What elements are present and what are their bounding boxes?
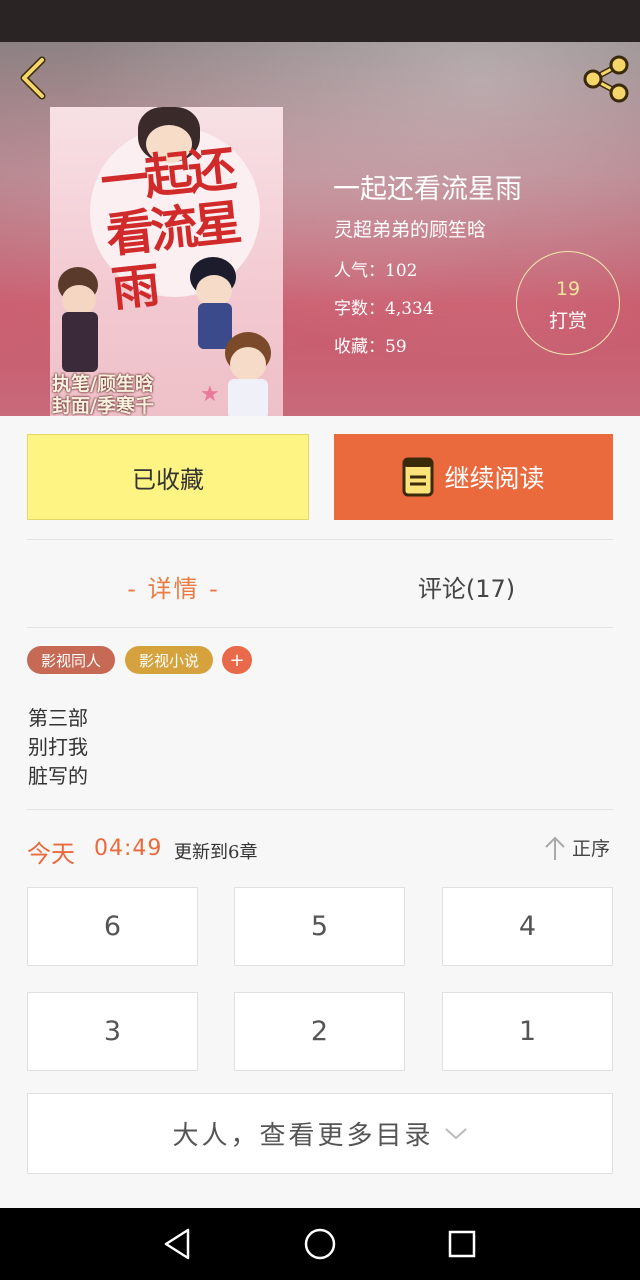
divider bbox=[27, 539, 613, 540]
nav-home-icon[interactable] bbox=[300, 1224, 340, 1264]
sort-order-label: 正序 bbox=[572, 838, 611, 860]
chapter-item[interactable]: 4 bbox=[442, 887, 613, 966]
favorited-button[interactable]: 已收藏 bbox=[27, 434, 309, 520]
book-description: 第三部 别打我 脏写的 bbox=[28, 706, 88, 788]
update-text: 更新到6章 bbox=[174, 842, 258, 863]
tag-film-fanfic[interactable]: 影视同人 bbox=[27, 646, 115, 674]
sort-order-button[interactable]: 正序 bbox=[544, 834, 610, 861]
favorites-stat: 收藏：59 bbox=[334, 337, 407, 357]
chapter-item[interactable]: 6 bbox=[27, 887, 198, 966]
update-time: 04:49 bbox=[94, 836, 163, 861]
update-day: 今天 bbox=[27, 840, 75, 868]
share-icon[interactable] bbox=[580, 54, 632, 104]
reward-label: 打赏 bbox=[548, 310, 587, 332]
chapter-item[interactable]: 2 bbox=[234, 992, 405, 1071]
continue-reading-label: 继续阅读 bbox=[444, 464, 545, 493]
divider bbox=[27, 627, 613, 628]
more-chapters-button[interactable]: 大人，查看更多目录 bbox=[27, 1093, 613, 1174]
book-cover[interactable]: 一起还看流星雨 ★ 执笔/顾笙晗 封面/季寒千 bbox=[50, 107, 283, 416]
reward-button[interactable]: 19 打赏 bbox=[516, 251, 620, 355]
book-header: 一起还看流星雨 ★ 执笔/顾笙晗 封面/季寒千 bbox=[0, 42, 640, 416]
book-author[interactable]: 灵超弟弟的顾笙晗 bbox=[334, 215, 486, 242]
arrow-up-icon bbox=[545, 836, 565, 860]
divider bbox=[27, 809, 613, 810]
add-tag-button[interactable]: + bbox=[222, 646, 252, 674]
chevron-down-icon bbox=[444, 1127, 467, 1139]
tab-comments[interactable]: 评论(17) bbox=[320, 560, 613, 612]
back-icon[interactable] bbox=[14, 56, 54, 100]
chapter-item[interactable]: 3 bbox=[27, 992, 198, 1071]
more-chapters-label: 大人，查看更多目录 bbox=[172, 1121, 434, 1151]
tab-detail[interactable]: - 详情 - bbox=[27, 560, 320, 612]
word-count-stat: 字数：4,334 bbox=[334, 299, 434, 319]
nav-recents-icon[interactable] bbox=[442, 1224, 482, 1264]
book-title: 一起还看流星雨 bbox=[333, 174, 522, 205]
tag-film-novel[interactable]: 影视小说 bbox=[125, 646, 213, 674]
status-bar bbox=[0, 0, 640, 42]
cover-credit: 执笔/顾笙晗 封面/季寒千 bbox=[52, 373, 154, 416]
favorited-label: 已收藏 bbox=[132, 465, 204, 494]
reward-count: 19 bbox=[555, 278, 581, 300]
chapter-item[interactable]: 5 bbox=[234, 887, 405, 966]
nav-back-icon[interactable] bbox=[158, 1224, 198, 1264]
chapter-item[interactable]: 1 bbox=[442, 992, 613, 1071]
system-nav-bar bbox=[0, 1208, 640, 1280]
book-icon bbox=[402, 457, 434, 497]
cover-title: 一起还看流星雨 bbox=[97, 141, 241, 318]
continue-reading-button[interactable]: 继续阅读 bbox=[334, 434, 613, 520]
popularity-stat: 人气：102 bbox=[334, 261, 418, 281]
